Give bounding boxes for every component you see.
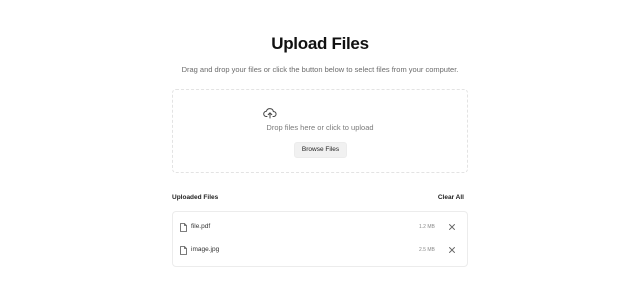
close-icon[interactable] bbox=[448, 223, 456, 231]
cloud-upload-icon bbox=[263, 108, 277, 119]
file-size: 2.5 MB bbox=[419, 247, 435, 253]
uploaded-files-header: Uploaded Files Clear All bbox=[172, 194, 468, 204]
file-size: 1.2 MB bbox=[419, 224, 435, 230]
file-icon bbox=[180, 246, 187, 255]
uploaded-files-label: Uploaded Files bbox=[172, 194, 219, 201]
file-icon bbox=[180, 223, 187, 232]
upload-page: Upload Files Drag and drop your files or… bbox=[0, 0, 640, 304]
file-name: file.pdf bbox=[191, 223, 211, 230]
list-item: image.jpg 2.5 MB bbox=[173, 240, 467, 262]
close-icon[interactable] bbox=[448, 246, 456, 254]
drop-zone-text: Drop files here or click to upload bbox=[266, 123, 374, 132]
page-subtitle: Drag and drop your files or click the bu… bbox=[181, 65, 459, 74]
file-name: image.jpg bbox=[191, 246, 220, 253]
file-list: file.pdf 1.2 MB image.jpg 2.5 MB bbox=[172, 211, 468, 267]
clear-all-button[interactable]: Clear All bbox=[438, 194, 464, 201]
list-item: file.pdf 1.2 MB bbox=[173, 217, 467, 239]
browse-files-button[interactable]: Browse Files bbox=[294, 142, 347, 158]
page-title: Upload Files bbox=[271, 34, 369, 53]
